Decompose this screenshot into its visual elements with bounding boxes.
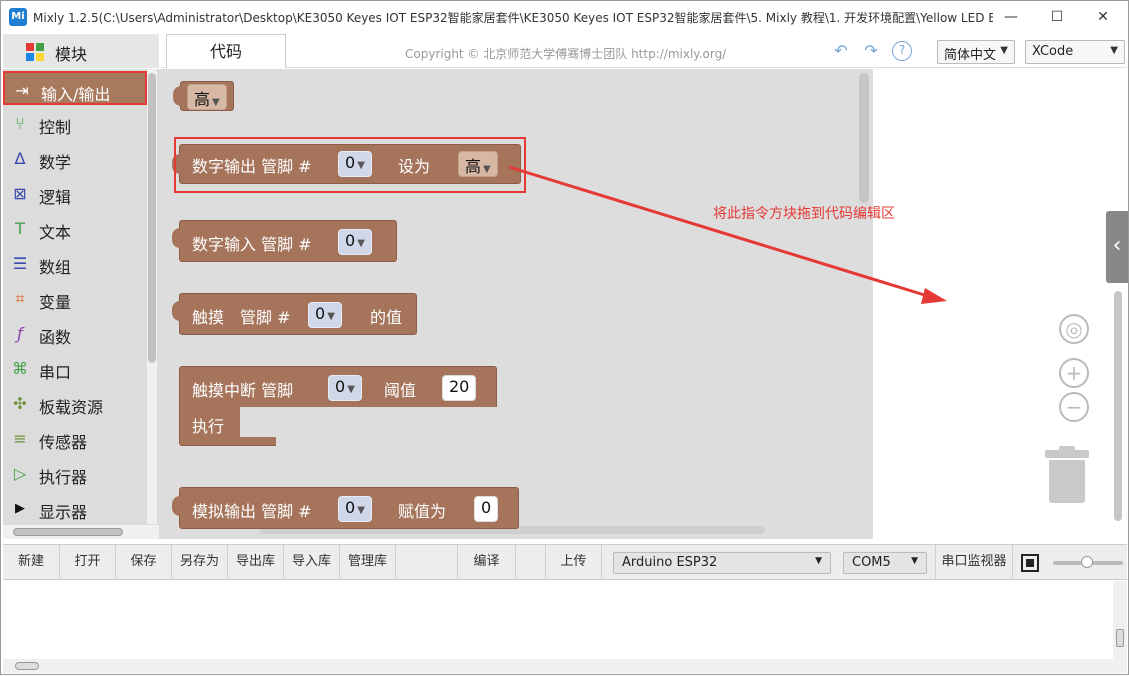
zoom-in-icon[interactable]: +: [1059, 358, 1089, 388]
upload-button[interactable]: 上传: [546, 545, 602, 579]
export-library-button[interactable]: 导出库: [228, 545, 284, 579]
bottom-toolbar: 新建 打开 保存 另存为 导出库 导入库 管理库 编译 上传 Arduino E…: [3, 544, 1127, 580]
port-value: COM5: [852, 555, 891, 570]
annotation-text: 将此指令方块拖到代码编辑区: [713, 206, 895, 222]
board-value: Arduino ESP32: [622, 555, 718, 570]
board-select[interactable]: Arduino ESP32 ▼: [613, 552, 831, 574]
save-as-button[interactable]: 另存为: [172, 545, 228, 579]
collapse-panel-button[interactable]: ‹: [1106, 211, 1128, 283]
compile-button[interactable]: 编译: [458, 545, 516, 579]
workspace-scrollbar[interactable]: [1114, 291, 1122, 521]
open-button[interactable]: 打开: [60, 545, 116, 579]
console-horizontal-scrollbar[interactable]: [3, 659, 1127, 673]
slider-handle[interactable]: [1081, 556, 1093, 568]
mixly-window: Mi Mixly 1.2.5(C:\Users\Administrator\De…: [0, 0, 1129, 675]
manage-library-button[interactable]: 管理库: [340, 545, 396, 579]
center-workspace-icon[interactable]: ◎: [1059, 314, 1089, 344]
serial-monitor-button[interactable]: 串口监视器: [935, 545, 1013, 579]
zoom-out-icon[interactable]: −: [1059, 392, 1089, 422]
new-button[interactable]: 新建: [3, 545, 60, 579]
save-button[interactable]: 保存: [116, 545, 172, 579]
chevron-down-icon: ▼: [815, 556, 822, 566]
output-console[interactable]: [3, 581, 1113, 659]
console-vertical-scrollbar[interactable]: [1113, 581, 1127, 659]
port-select[interactable]: COM5 ▼: [843, 552, 927, 574]
import-library-button[interactable]: 导入库: [284, 545, 340, 579]
chip-icon[interactable]: [1021, 554, 1039, 572]
chevron-down-icon: ▼: [911, 556, 918, 566]
toolbar-spacer: [396, 545, 458, 579]
toolbar-spacer: [516, 545, 546, 579]
